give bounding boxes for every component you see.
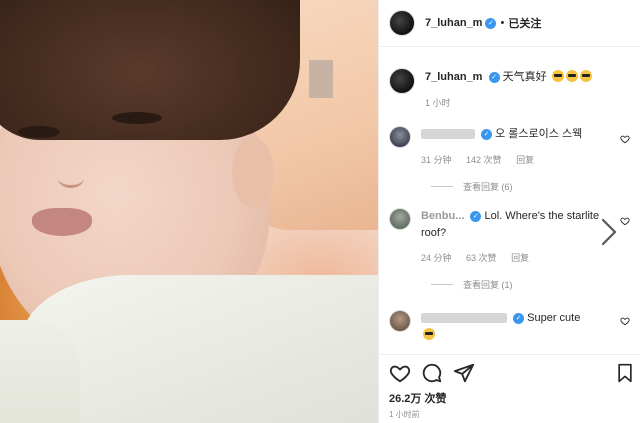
author-username[interactable]: 7_luhan_m [425,17,482,29]
sunglasses-emoji-icon [565,70,578,82]
verified-badge-icon: ✓ [488,71,500,83]
blurred-username[interactable] [421,313,507,324]
post-photo [0,0,378,423]
comment-text: 오 롤스로이스 스웩 [495,128,583,140]
likes-count[interactable]: 26.2万 次赞 [389,390,446,406]
view-replies-label[interactable]: 查看回复 (1) [463,278,513,291]
commenter-avatar[interactable] [389,310,411,332]
view-replies-label[interactable]: 查看回复 (6) [463,180,513,193]
caption-time: 1 小时 [425,98,451,108]
nose [58,168,84,188]
blurred-logo [309,60,333,98]
actions-divider [379,354,640,355]
caption-text: 天气真好 [502,71,547,83]
comment-meta: 31 分钟 142 次赞 回复 [421,153,546,166]
heart-icon[interactable] [620,216,630,226]
post-side-panel: 7_luhan_m ✓ • 已关注 7_luhan_m ✓ 天气真好 1 小时 … [378,0,640,423]
left-eye [18,126,60,138]
sunglasses-emoji-icon [579,70,592,82]
separator-dot: • [500,17,505,29]
caption: 7_luhan_m ✓ 天气真好 [389,68,635,94]
bookmark-icon[interactable] [615,362,635,384]
verified-badge-icon: ✓ [481,128,493,140]
caption-avatar[interactable] [389,68,415,94]
heart-icon[interactable] [620,134,630,144]
verified-badge-icon: ✓ [470,210,482,222]
commenter-avatar[interactable] [389,126,411,148]
comment-likes[interactable]: 142 次赞 [466,155,502,165]
comment-item: Benbu... ✓ Lol. Where's the starlite roo… [389,208,635,242]
comment-item: ✓ Super cute [389,310,635,344]
chevron-right-icon[interactable] [600,218,618,246]
commenter-avatar[interactable] [389,208,411,230]
comment-text: Super cute [527,312,581,324]
header-divider [379,46,640,47]
comment-username[interactable]: Benbu... [421,210,464,222]
view-replies-button[interactable]: 查看回复 (1) [431,278,513,291]
action-bar [389,362,635,386]
lips [32,208,92,236]
follow-status-button[interactable]: 已关注 [508,15,541,31]
author-avatar[interactable] [389,10,415,36]
post-timestamp: 1 小时前 [389,410,420,419]
blurred-username[interactable] [421,129,475,140]
comment-meta: 24 分钟 63 次赞 回复 [421,251,541,264]
post-header: 7_luhan_m ✓ • 已关注 [389,10,635,36]
share-icon[interactable] [453,362,475,384]
grin-emoji-icon [423,328,435,340]
verified-badge-icon: ✓ [513,312,525,324]
comment-time: 31 分钟 [421,155,452,165]
comment-icon[interactable] [421,362,443,384]
caption-username[interactable]: 7_luhan_m [425,71,482,83]
comment-item: ✓ 오 롤스로이스 스웩 [389,126,635,148]
replies-line [431,284,453,285]
replies-line [431,186,453,187]
heart-icon[interactable] [620,316,630,326]
verified-badge-icon: ✓ [485,17,497,29]
comment-time: 24 分钟 [421,253,452,263]
sunglasses-emoji-icon [551,70,564,82]
right-eye [112,112,162,124]
view-replies-button[interactable]: 查看回复 (6) [431,180,513,193]
comment-likes[interactable]: 63 次赞 [466,253,497,263]
reply-button[interactable]: 回复 [516,155,534,165]
heart-icon[interactable] [389,362,411,384]
ear [232,138,274,208]
reply-button[interactable]: 回复 [511,253,529,263]
